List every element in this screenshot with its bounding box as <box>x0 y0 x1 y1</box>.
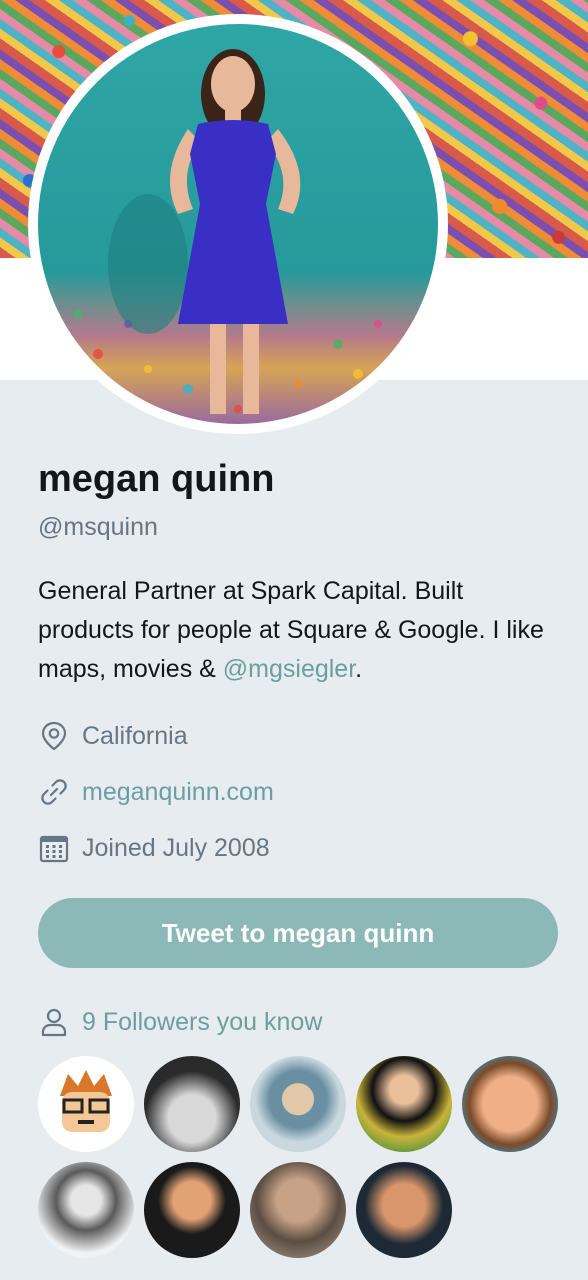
location-text: California <box>82 721 188 750</box>
person-icon <box>38 1006 70 1038</box>
follower-avatar[interactable] <box>356 1056 452 1152</box>
profile-name: megan quinn <box>38 458 275 500</box>
profile-handle: @msquinn <box>38 513 158 541</box>
calendar-icon <box>38 832 70 864</box>
joined-row: Joined July 2008 <box>38 832 270 864</box>
joined-text: Joined July 2008 <box>82 833 270 862</box>
follower-avatar[interactable] <box>250 1056 346 1152</box>
website-link[interactable]: meganquinn.com <box>82 778 274 807</box>
link-icon <box>38 776 70 808</box>
location-pin-icon <box>38 720 70 752</box>
follower-avatar[interactable] <box>356 1162 452 1258</box>
followers-you-know-row[interactable]: 9 Followers you know <box>38 1006 322 1038</box>
follower-avatar[interactable] <box>462 1056 558 1152</box>
follower-avatar[interactable] <box>144 1056 240 1152</box>
bio-end: . <box>355 655 363 683</box>
follower-avatar[interactable] <box>250 1162 346 1258</box>
website-row[interactable]: meganquinn.com <box>38 776 274 808</box>
tweet-to-button[interactable]: Tweet to megan quinn <box>38 898 558 968</box>
follower-avatar[interactable] <box>144 1162 240 1258</box>
profile-bio: General Partner at Spark Capital. Built … <box>38 572 558 689</box>
avatar-photo <box>74 49 382 414</box>
bio-mention-link[interactable]: @mgsiegler <box>223 655 355 683</box>
followers-you-know-label: 9 Followers you know <box>82 1007 323 1036</box>
location-row: California <box>38 720 188 752</box>
follower-avatar[interactable] <box>38 1162 134 1258</box>
profile-avatar[interactable] <box>38 24 438 424</box>
follower-avatar[interactable] <box>38 1056 134 1152</box>
